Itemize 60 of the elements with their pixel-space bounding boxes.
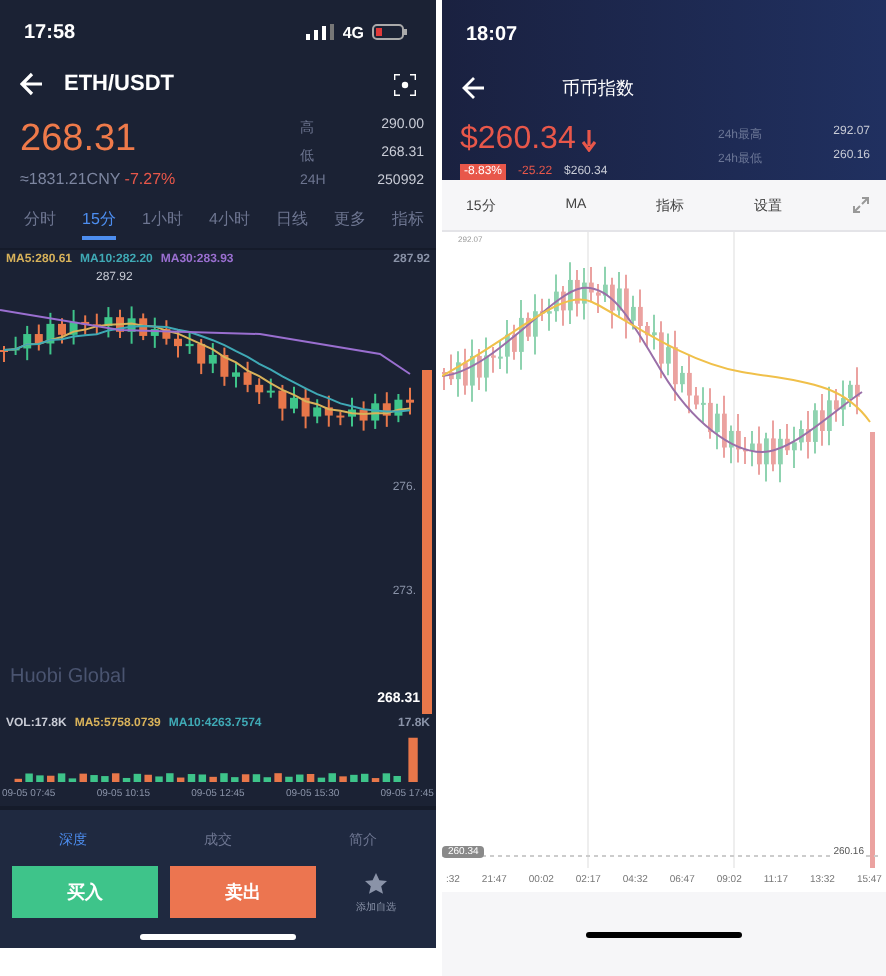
volume-bar <box>220 772 228 782</box>
candle <box>290 385 298 414</box>
brand-mark: Huobi Global <box>10 665 126 688</box>
candle <box>406 386 414 415</box>
network-label: 4G <box>342 23 364 42</box>
candle <box>394 392 403 423</box>
interval-tab[interactable]: 更多 <box>333 207 366 240</box>
volume-bar <box>408 737 418 782</box>
candle <box>162 318 171 346</box>
volume-bar <box>36 774 44 782</box>
candle <box>243 360 252 393</box>
change-percent: -7.27% <box>124 169 176 188</box>
volume-bar <box>101 775 109 782</box>
star-icon[interactable] <box>364 871 388 895</box>
cny-price: ≈1831.21CNY <box>20 169 121 188</box>
interval-tab[interactable]: 指标 <box>392 207 424 240</box>
candle <box>116 308 124 339</box>
volume-bar <box>25 772 33 782</box>
volume-bar <box>90 774 98 782</box>
interval-tab[interactable]: 日线 <box>275 207 308 240</box>
volume-bar <box>350 774 358 782</box>
buy-button[interactable]: 买入 <box>12 866 158 918</box>
back-icon[interactable] <box>462 76 486 100</box>
status-time: 17:58 <box>24 21 76 44</box>
volume-bar <box>285 776 293 782</box>
candle <box>348 396 356 428</box>
pair-title: ETH/USDT <box>64 72 174 97</box>
interval-tab[interactable]: 分时 <box>24 207 56 240</box>
scan-icon[interactable] <box>394 73 416 96</box>
signal-icon <box>306 24 335 41</box>
candle <box>220 346 229 387</box>
volume-bar <box>274 772 282 782</box>
candle <box>127 304 136 345</box>
last-price: 268.31 <box>20 117 139 162</box>
candle <box>46 311 55 355</box>
volume-bar <box>339 775 347 782</box>
candle <box>185 330 194 355</box>
candle <box>58 316 66 345</box>
last-price: $260.34 <box>460 122 576 158</box>
interval-tab[interactable]: 15分 <box>82 207 116 240</box>
index-title: 币币指数 <box>562 75 634 101</box>
candle <box>0 344 8 363</box>
expand-icon[interactable] <box>851 196 870 214</box>
battery-icon <box>372 24 408 41</box>
candle <box>336 410 345 426</box>
candle <box>301 386 310 429</box>
candle <box>11 335 20 356</box>
down-arrow-icon <box>581 129 596 151</box>
sell-button[interactable]: 卖出 <box>170 866 316 918</box>
candle <box>104 305 113 338</box>
home-indicator[interactable] <box>586 931 742 937</box>
candle <box>278 383 287 422</box>
back-icon[interactable] <box>20 72 44 97</box>
volume-bar <box>155 775 163 782</box>
interval-tab[interactable]: 1小时 <box>141 207 183 240</box>
status-time: 18:07 <box>466 23 518 45</box>
interval-tab[interactable]: 4小时 <box>208 207 250 240</box>
candle <box>232 360 240 389</box>
candle <box>69 308 78 345</box>
candle <box>359 399 368 432</box>
